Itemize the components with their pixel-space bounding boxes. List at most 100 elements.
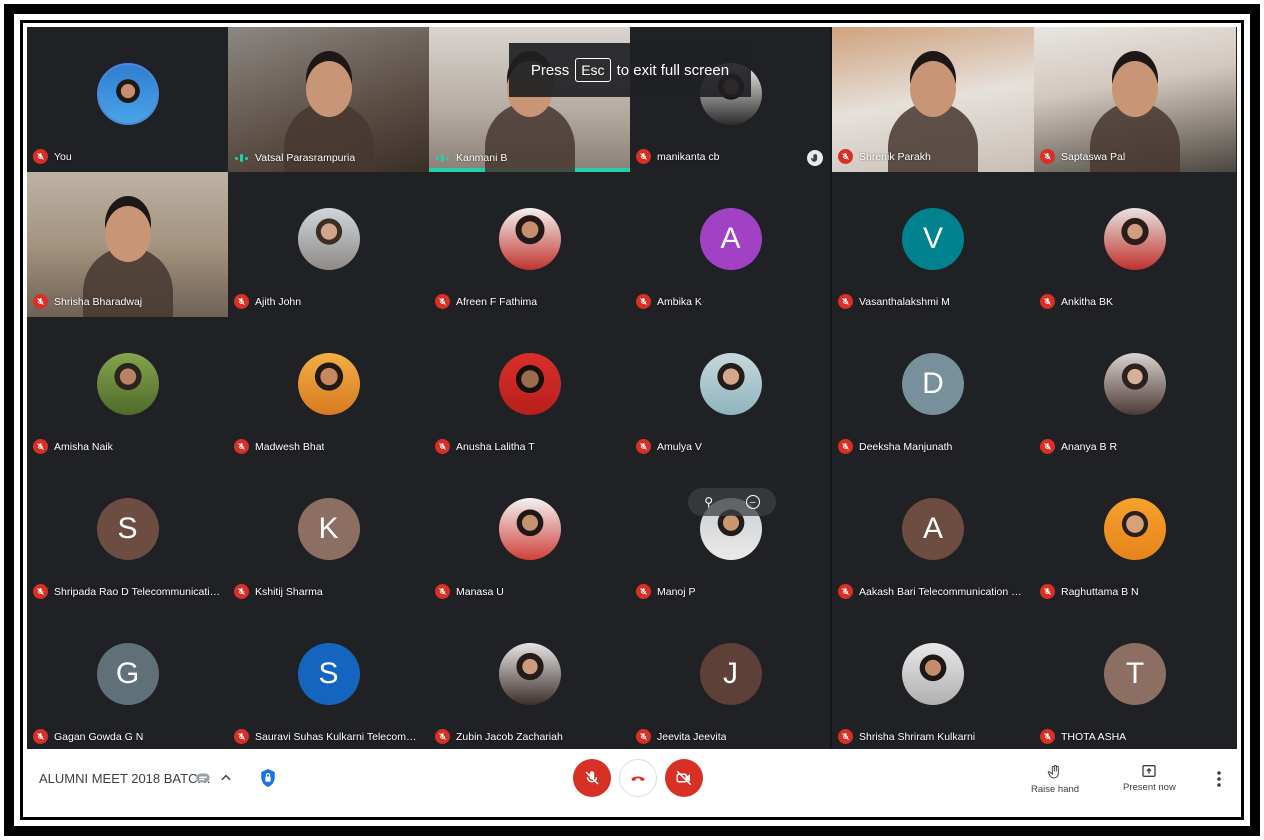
- participant-tile[interactable]: Raghuttama B N: [1034, 462, 1236, 607]
- participant-name: You: [54, 150, 72, 163]
- participant-tile[interactable]: Vatsal Parasrampuria: [228, 27, 429, 172]
- participant-avatar: [699, 353, 762, 415]
- mic-off-icon: [1040, 294, 1055, 309]
- participant-name: Vasanthalakshmi M: [859, 295, 950, 308]
- participant-tile[interactable]: Shrisha Shriram Kulkarni: [832, 607, 1034, 752]
- participant-avatar: [1104, 208, 1166, 270]
- participant-tile[interactable]: Ananya B R: [1034, 317, 1236, 462]
- participant-tile[interactable]: S Sauravi Suhas Kulkarni Telecommunic...: [228, 607, 429, 752]
- present-now-label: Present now: [1123, 782, 1176, 793]
- participant-tile[interactable]: A Aakash Bari Telecommunication Engin...: [832, 462, 1034, 607]
- participant-name: Zubin Jacob Zachariah: [456, 730, 563, 743]
- participant-avatar: [498, 353, 561, 415]
- mic-off-icon: [234, 584, 249, 599]
- participant-avatar: T: [1104, 643, 1166, 705]
- participant-avatar: [96, 63, 159, 125]
- participant-tile[interactable]: Amulya V: [630, 317, 831, 462]
- more-vert-icon[interactable]: [1213, 768, 1225, 790]
- mic-off-icon: [435, 294, 450, 309]
- present-icon: [1142, 765, 1157, 777]
- participant-name: Amisha Naik: [54, 440, 113, 453]
- pin-icon[interactable]: ⚲: [704, 495, 713, 509]
- participant-label: Kshitij Sharma: [234, 584, 323, 599]
- participant-avatar: A: [902, 498, 964, 560]
- participant-tile[interactable]: K Kshitij Sharma: [228, 462, 429, 607]
- participant-label: Shrenik Parakh: [838, 149, 931, 164]
- mic-off-icon: [838, 149, 853, 164]
- participant-tile[interactable]: T THOTA ASHA: [1034, 607, 1236, 752]
- participant-tile[interactable]: J Jeevita Jeevita: [630, 607, 831, 752]
- participant-name: Jeevita Jeevita: [657, 730, 727, 743]
- participant-name: Ajith John: [255, 295, 302, 308]
- participant-label: manikanta cb: [636, 149, 719, 164]
- participant-avatar: [498, 643, 561, 705]
- participant-tile[interactable]: G Gagan Gowda G N: [27, 607, 228, 752]
- participant-name: manikanta cb: [657, 150, 720, 163]
- participant-tile[interactable]: Afreen F Fathima: [429, 172, 630, 317]
- participant-name: Shrisha Shriram Kulkarni: [859, 730, 976, 743]
- participant-label: Ambika K: [636, 294, 702, 309]
- participant-name: Shrenik Parakh: [859, 150, 931, 163]
- participant-head: [1112, 61, 1158, 117]
- tile-hover-controls[interactable]: ⚲ –: [688, 488, 776, 516]
- participant-label: Ankitha BK: [1040, 294, 1113, 309]
- raise-hand-button[interactable]: Raise hand: [1031, 763, 1079, 795]
- mic-off-icon: [1040, 729, 1055, 744]
- participant-label: Vasanthalakshmi M: [838, 294, 950, 309]
- participant-name: Manoj P: [657, 585, 696, 598]
- participant-label: You: [33, 149, 72, 164]
- participant-tile[interactable]: ⚲ – Manoj P: [630, 462, 831, 607]
- participant-avatar: [498, 208, 561, 270]
- shield-icon[interactable]: [257, 766, 279, 790]
- participant-name: Anusha Lalitha T: [456, 440, 535, 453]
- participant-avatar: K: [297, 498, 360, 560]
- camera-toggle-button[interactable]: [665, 759, 703, 797]
- mic-toggle-button[interactable]: [573, 759, 611, 797]
- participant-tile[interactable]: A Ambika K: [630, 172, 831, 317]
- participant-avatar: [96, 353, 159, 415]
- participant-label: Manasa U: [435, 584, 504, 599]
- participant-label: Anusha Lalitha T: [435, 439, 535, 454]
- participant-tile[interactable]: V Vasanthalakshmi M: [832, 172, 1034, 317]
- participant-tile[interactable]: Ankitha BK: [1034, 172, 1236, 317]
- participant-label: Ananya B R: [1040, 439, 1117, 454]
- mic-off-icon: [838, 439, 853, 454]
- participant-label: Gagan Gowda G N: [33, 729, 143, 744]
- participant-tile[interactable]: Zubin Jacob Zachariah: [429, 607, 630, 752]
- participant-name: Ananya B R: [1061, 440, 1118, 453]
- participant-avatar: [1104, 498, 1166, 560]
- participant-tile[interactable]: D Deeksha Manjunath: [832, 317, 1034, 462]
- leave-call-button[interactable]: [619, 759, 657, 797]
- participant-label: Amulya V: [636, 439, 702, 454]
- present-now-button[interactable]: Present now: [1123, 763, 1176, 793]
- participant-label: Aakash Bari Telecommunication Engin...: [838, 584, 1028, 599]
- participant-tile[interactable]: Ajith John: [228, 172, 429, 317]
- participant-tile[interactable]: Anusha Lalitha T: [429, 317, 630, 462]
- participants-grid-left: You Vatsal Parasrampuria Kanmani B manikant…: [27, 27, 831, 752]
- participant-avatar: S: [297, 643, 360, 705]
- inner-frame: You Vatsal Parasrampuria Kanmani B manikant…: [20, 20, 1244, 820]
- participant-tile[interactable]: Shrisha Bharadwaj: [27, 172, 228, 317]
- participant-avatar: [902, 643, 964, 705]
- chat-icon[interactable]: [193, 768, 213, 788]
- participant-avatar: D: [902, 353, 964, 415]
- mic-off-icon: [234, 439, 249, 454]
- participant-tile[interactable]: Madwesh Bhat: [228, 317, 429, 462]
- participant-head: [305, 61, 352, 117]
- chevron-up-icon[interactable]: [217, 769, 235, 787]
- participant-name: Gagan Gowda G N: [54, 730, 144, 743]
- participant-tile[interactable]: Amisha Naik: [27, 317, 228, 462]
- mic-off-icon: [838, 584, 853, 599]
- remove-icon[interactable]: –: [745, 495, 760, 509]
- participant-tile[interactable]: Shrenik Parakh: [832, 27, 1034, 172]
- mic-off-icon: [636, 729, 651, 744]
- participant-tile[interactable]: Manasa U: [429, 462, 630, 607]
- participant-tile[interactable]: S Shripada Rao D Telecommunication En...: [27, 462, 228, 607]
- participant-tile[interactable]: Saptaswa Pal: [1034, 27, 1236, 172]
- participant-tile[interactable]: You: [27, 27, 228, 172]
- participant-name: Aakash Bari Telecommunication Engin...: [859, 585, 1028, 598]
- screenshot-frame: You Vatsal Parasrampuria Kanmani B manikant…: [4, 4, 1260, 836]
- participant-name: Kshitij Sharma: [255, 585, 323, 598]
- meeting-title[interactable]: ALUMNI MEET 2018 BATCH.: [39, 771, 210, 786]
- participant-avatar: [297, 353, 360, 415]
